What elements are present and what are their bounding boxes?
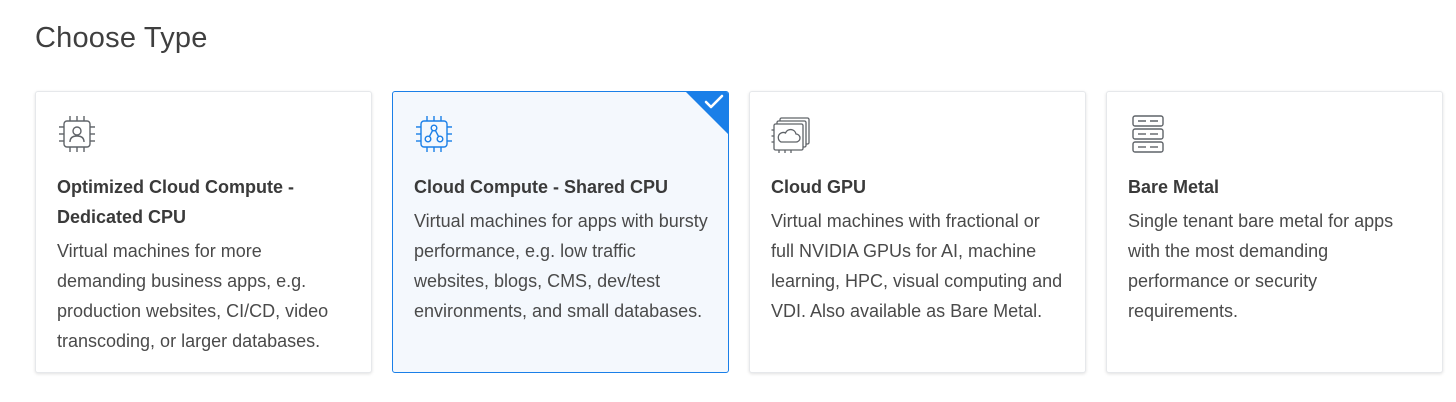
gpu-cloud-icon: [771, 117, 810, 153]
server-rack-icon: [1132, 115, 1164, 153]
card-description: Virtual machines for apps with bursty pe…: [414, 211, 708, 321]
card-description: Virtual machines for more demanding busi…: [57, 241, 329, 351]
type-card-cloud-gpu[interactable]: Cloud GPU Virtual machines with fraction…: [749, 91, 1086, 373]
card-title: Cloud Compute - Shared CPU: [414, 177, 669, 197]
card-description: Single tenant bare metal for apps with t…: [1128, 211, 1394, 321]
page-title: Choose Type: [35, 22, 208, 54]
type-card-cloud-compute-shared[interactable]: Cloud Compute - Shared CPU Virtual machi…: [392, 91, 729, 373]
cpu-user-chip-icon: [59, 116, 95, 152]
cpu-network-chip-icon: [416, 116, 452, 152]
type-card-bare-metal[interactable]: Bare Metal Single tenant bare metal for …: [1106, 91, 1443, 373]
selected-check-icon: [686, 92, 728, 134]
card-title: Bare Metal: [1128, 177, 1220, 197]
card-title: Cloud GPU: [771, 177, 866, 197]
type-card-list: Optimized Cloud Compute - Dedicated CPU …: [35, 91, 1443, 373]
card-title: Optimized Cloud Compute - Dedicated CPU: [57, 177, 294, 227]
card-description: Virtual machines with fractional or full…: [771, 211, 1063, 321]
type-card-optimized-cloud-compute[interactable]: Optimized Cloud Compute - Dedicated CPU …: [35, 91, 372, 373]
